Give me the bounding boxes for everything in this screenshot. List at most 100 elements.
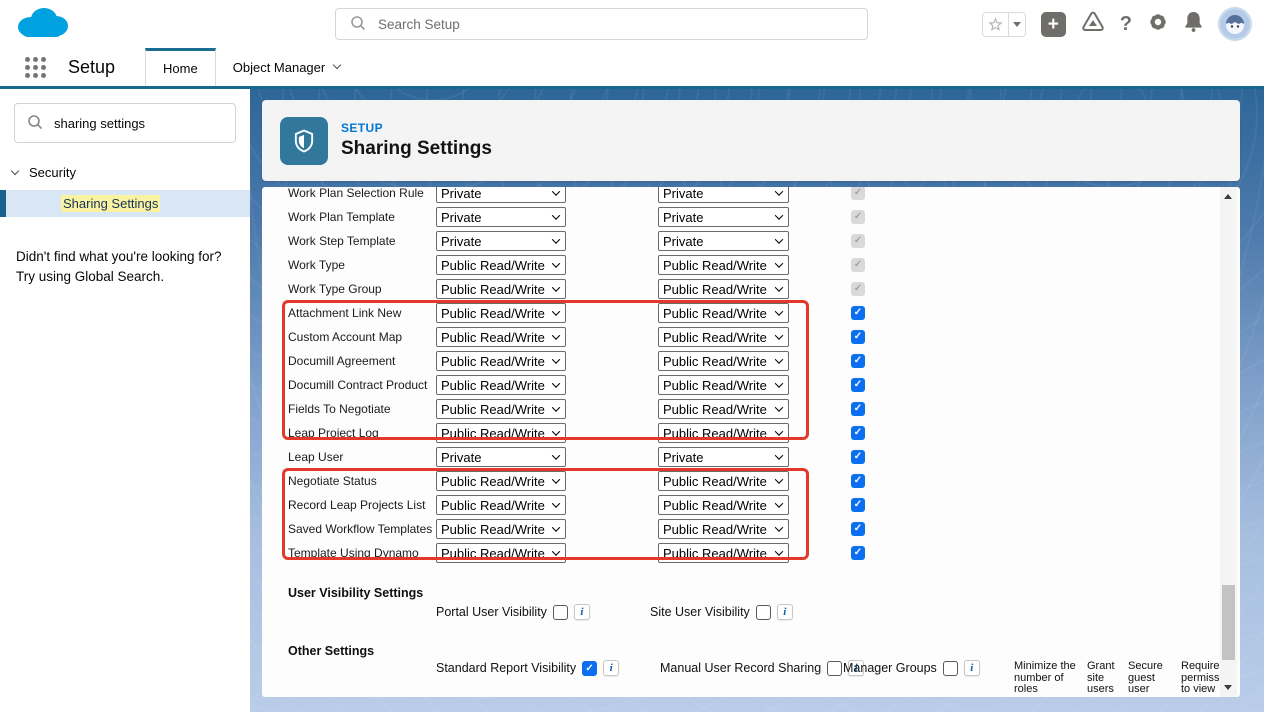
- external-access-select[interactable]: Public Read/Write: [658, 423, 789, 443]
- manual-user-record-sharing-checkbox[interactable]: ✓: [827, 661, 842, 676]
- info-icon[interactable]: i: [603, 660, 619, 676]
- grant-access-checkbox[interactable]: ✓: [851, 426, 865, 440]
- object-label: Work Plan Selection Rule: [288, 187, 424, 200]
- select-value: Public Read/Write: [441, 498, 545, 513]
- internal-access-select[interactable]: Public Read/Write: [436, 471, 566, 491]
- select-value: Public Read/Write: [441, 354, 545, 369]
- external-access-select[interactable]: Private: [658, 231, 789, 251]
- chevron-down-icon: [775, 235, 783, 243]
- grant-access-checkbox[interactable]: ✓: [851, 306, 865, 320]
- grant-access-checkbox[interactable]: ✓: [851, 522, 865, 536]
- external-access-select[interactable]: Public Read/Write: [658, 255, 789, 275]
- manager-groups-checkbox[interactable]: ✓: [943, 661, 958, 676]
- scroll-up-icon[interactable]: [1224, 194, 1232, 199]
- table-row: Work TypePublic Read/WritePublic Read/Wr…: [262, 253, 1202, 277]
- select-value: Private: [441, 450, 481, 465]
- sidebar-item-security[interactable]: Security: [12, 165, 250, 180]
- chevron-down-icon: [552, 211, 560, 219]
- external-access-select[interactable]: Public Read/Write: [658, 495, 789, 515]
- select-value: Public Read/Write: [663, 378, 767, 393]
- truncated-column-headers: Minimize the number of rolesGrant site u…: [1014, 661, 1240, 696]
- grant-access-checkbox[interactable]: ✓: [851, 354, 865, 368]
- quick-find-input[interactable]: sharing settings: [14, 103, 236, 143]
- favorites-star-icon[interactable]: [982, 12, 1009, 37]
- internal-access-select[interactable]: Private: [436, 447, 566, 467]
- external-access-select[interactable]: Public Read/Write: [658, 279, 789, 299]
- internal-access-select[interactable]: Public Read/Write: [436, 351, 566, 371]
- grant-access-checkbox[interactable]: ✓: [851, 402, 865, 416]
- object-label: Record Leap Projects List: [288, 498, 425, 512]
- global-search-input[interactable]: Search Setup: [335, 8, 868, 40]
- internal-access-select[interactable]: Public Read/Write: [436, 495, 566, 515]
- internal-access-select[interactable]: Public Read/Write: [436, 543, 566, 563]
- nav-tabs: Home Object Manager: [145, 48, 357, 86]
- external-access-select[interactable]: Public Read/Write: [658, 351, 789, 371]
- internal-access-select[interactable]: Public Read/Write: [436, 375, 566, 395]
- app-launcher-icon[interactable]: [25, 57, 46, 78]
- external-access-select[interactable]: Public Read/Write: [658, 519, 789, 539]
- info-icon[interactable]: i: [777, 604, 793, 620]
- info-icon[interactable]: i: [964, 660, 980, 676]
- standard-report-visibility-checkbox[interactable]: ✓: [582, 661, 597, 676]
- internal-access-select[interactable]: Private: [436, 187, 566, 203]
- external-access-select[interactable]: Private: [658, 187, 789, 203]
- external-access-select[interactable]: Public Read/Write: [658, 375, 789, 395]
- grant-access-checkbox[interactable]: ✓: [851, 546, 865, 560]
- internal-access-select[interactable]: Private: [436, 231, 566, 251]
- site-user-visibility-checkbox[interactable]: ✓: [756, 605, 771, 620]
- grant-access-checkbox[interactable]: ✓: [851, 498, 865, 512]
- table-row: Custom Account MapPublic Read/WritePubli…: [262, 325, 1202, 349]
- portal-user-visibility-checkbox[interactable]: ✓: [553, 605, 568, 620]
- notifications-bell-icon[interactable]: [1184, 11, 1203, 37]
- help-icon[interactable]: ?: [1120, 13, 1132, 36]
- object-label: Attachment Link New: [288, 306, 401, 320]
- internal-access-select[interactable]: Public Read/Write: [436, 423, 566, 443]
- internal-access-select[interactable]: Public Read/Write: [436, 327, 566, 347]
- vertical-scrollbar[interactable]: [1220, 187, 1237, 697]
- grant-access-checkbox[interactable]: ✓: [851, 330, 865, 344]
- guidance-center-icon[interactable]: [1081, 11, 1105, 38]
- chevron-down-icon: [11, 166, 19, 174]
- scroll-down-icon[interactable]: [1224, 685, 1232, 690]
- page-header: SETUP Sharing Settings: [262, 100, 1240, 181]
- chevron-down-icon: [552, 547, 560, 555]
- setup-gear-icon[interactable]: [1147, 11, 1169, 38]
- select-value: Private: [441, 210, 481, 225]
- object-label: Work Step Template: [288, 234, 396, 248]
- tab-object-manager[interactable]: Object Manager: [216, 48, 358, 86]
- internal-access-select[interactable]: Private: [436, 207, 566, 227]
- grant-access-checkbox[interactable]: ✓: [851, 450, 865, 464]
- tab-home[interactable]: Home: [145, 48, 216, 86]
- internal-access-select[interactable]: Public Read/Write: [436, 279, 566, 299]
- page-eyebrow: SETUP: [341, 121, 492, 135]
- select-value: Public Read/Write: [663, 522, 767, 537]
- user-avatar[interactable]: [1218, 7, 1252, 41]
- sidebar-item-sharing-settings[interactable]: Sharing Settings: [0, 190, 250, 217]
- select-value: Public Read/Write: [441, 282, 545, 297]
- quick-add-icon[interactable]: +: [1041, 12, 1066, 37]
- table-row: Work Type GroupPublic Read/WritePublic R…: [262, 277, 1202, 301]
- table-row: Work Plan Selection RulePrivatePrivate✓: [262, 187, 1202, 205]
- external-access-select[interactable]: Public Read/Write: [658, 399, 789, 419]
- chevron-down-icon: [552, 379, 560, 387]
- external-access-select[interactable]: Private: [658, 447, 789, 467]
- external-access-select[interactable]: Public Read/Write: [658, 303, 789, 323]
- grant-access-checkbox[interactable]: ✓: [851, 378, 865, 392]
- chevron-down-icon: [552, 475, 560, 483]
- internal-access-select[interactable]: Public Read/Write: [436, 255, 566, 275]
- chevron-down-icon: [552, 499, 560, 507]
- external-access-select[interactable]: Private: [658, 207, 789, 227]
- external-access-select[interactable]: Public Read/Write: [658, 327, 789, 347]
- internal-access-select[interactable]: Public Read/Write: [436, 303, 566, 323]
- table-row: Fields To NegotiatePublic Read/WritePubl…: [262, 397, 1202, 421]
- internal-access-select[interactable]: Public Read/Write: [436, 519, 566, 539]
- external-access-select[interactable]: Public Read/Write: [658, 543, 789, 563]
- scrollbar-thumb[interactable]: [1222, 585, 1235, 660]
- page-title: Sharing Settings: [341, 138, 492, 160]
- chevron-down-icon: [552, 331, 560, 339]
- favorites-caret-icon[interactable]: [1009, 12, 1026, 37]
- grant-access-checkbox[interactable]: ✓: [851, 474, 865, 488]
- external-access-select[interactable]: Public Read/Write: [658, 471, 789, 491]
- internal-access-select[interactable]: Public Read/Write: [436, 399, 566, 419]
- info-icon[interactable]: i: [574, 604, 590, 620]
